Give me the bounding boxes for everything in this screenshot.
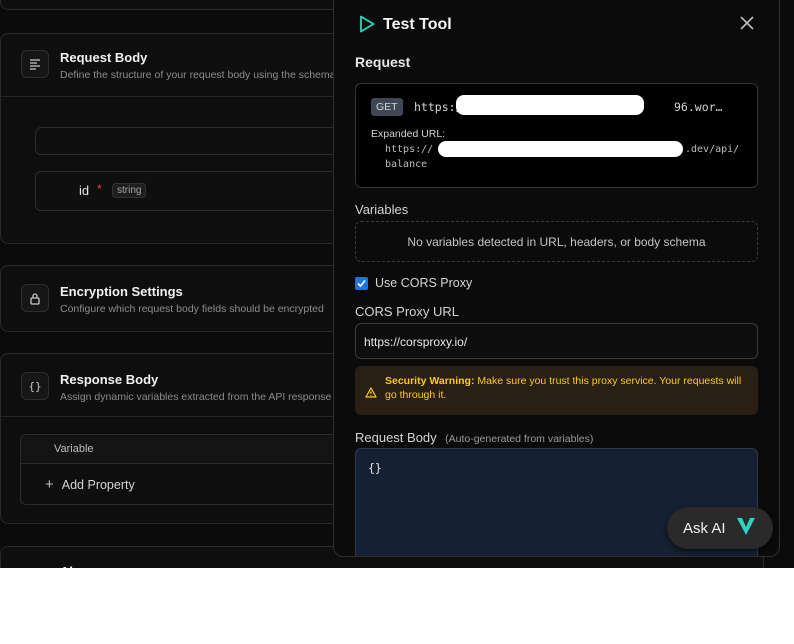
request-body-label-row: Request Body (Auto-generated from variab…	[355, 429, 593, 447]
expanded-url-end: .dev/api/	[685, 144, 740, 155]
cors-checkbox-label: Use CORS Proxy	[375, 276, 473, 290]
url-end: 96.wor…	[674, 100, 723, 114]
redaction	[438, 141, 683, 157]
request-preview: GET https:/ 96.wor… Expanded URL: https:…	[355, 83, 758, 188]
variables-empty-text: No variables detected in URL, headers, o…	[407, 234, 706, 249]
plus-icon: +	[45, 476, 54, 493]
warning-icon	[365, 385, 377, 403]
request-body-label: Request Body	[355, 430, 437, 445]
field-name: id	[79, 183, 90, 198]
close-icon[interactable]	[740, 16, 754, 35]
panel-title: Test Tool	[383, 16, 452, 33]
request-label: Request	[355, 54, 411, 70]
variables-label: Variables	[355, 202, 409, 217]
cors-checkbox[interactable]	[355, 276, 368, 290]
field-type-badge: string	[112, 183, 147, 198]
lock-icon	[21, 284, 49, 312]
variables-empty-box: No variables detected in URL, headers, o…	[355, 221, 758, 262]
required-marker: *	[97, 182, 102, 196]
play-icon	[358, 14, 376, 39]
expanded-url-start: https://	[385, 144, 434, 155]
warning-title: Security Warning:	[385, 375, 475, 387]
braces-icon: {}	[21, 372, 49, 400]
method-badge: GET	[371, 98, 403, 116]
request-body-subtitle: Define the structure of your request bod…	[60, 69, 336, 81]
brand-logo-icon	[735, 515, 757, 541]
security-warning: Security Warning: Make sure you trust th…	[355, 366, 758, 415]
bottom-card-title: Al	[60, 564, 73, 568]
redaction	[456, 95, 644, 115]
app-root: Request Body Define the structure of you…	[0, 0, 794, 568]
ask-ai-button[interactable]: Ask AI	[667, 507, 773, 549]
add-property-button[interactable]: + Add Property	[45, 477, 135, 492]
add-property-label: Add Property	[61, 477, 135, 492]
column-variable: Variable	[54, 443, 94, 455]
cors-url-label: CORS Proxy URL	[355, 304, 460, 319]
ask-ai-label: Ask AI	[683, 519, 726, 537]
encryption-subtitle: Configure which request body fields shou…	[60, 303, 324, 315]
expanded-url-label: Expanded URL:	[371, 128, 446, 140]
encryption-title: Encryption Settings	[60, 284, 183, 299]
cors-url-input[interactable]: https://corsproxy.io/	[355, 323, 758, 359]
request-body-hint: (Auto-generated from variables)	[445, 433, 594, 445]
align-left-icon	[21, 50, 49, 78]
expanded-url-line2: balance	[385, 159, 428, 170]
request-body-title: Request Body	[60, 50, 148, 65]
cors-url-value: https://corsproxy.io/	[364, 335, 468, 349]
request-body-value: {}	[368, 461, 382, 475]
cors-checkbox-row[interactable]: Use CORS Proxy	[355, 276, 472, 290]
warning-text: Security Warning: Make sure you trust th…	[385, 374, 750, 402]
response-body-subtitle: Assign dynamic variables extracted from …	[60, 391, 332, 403]
response-body-title: Response Body	[60, 372, 159, 387]
test-tool-panel: Test Tool Request GET https:/ 96.wor… Ex…	[333, 0, 780, 557]
